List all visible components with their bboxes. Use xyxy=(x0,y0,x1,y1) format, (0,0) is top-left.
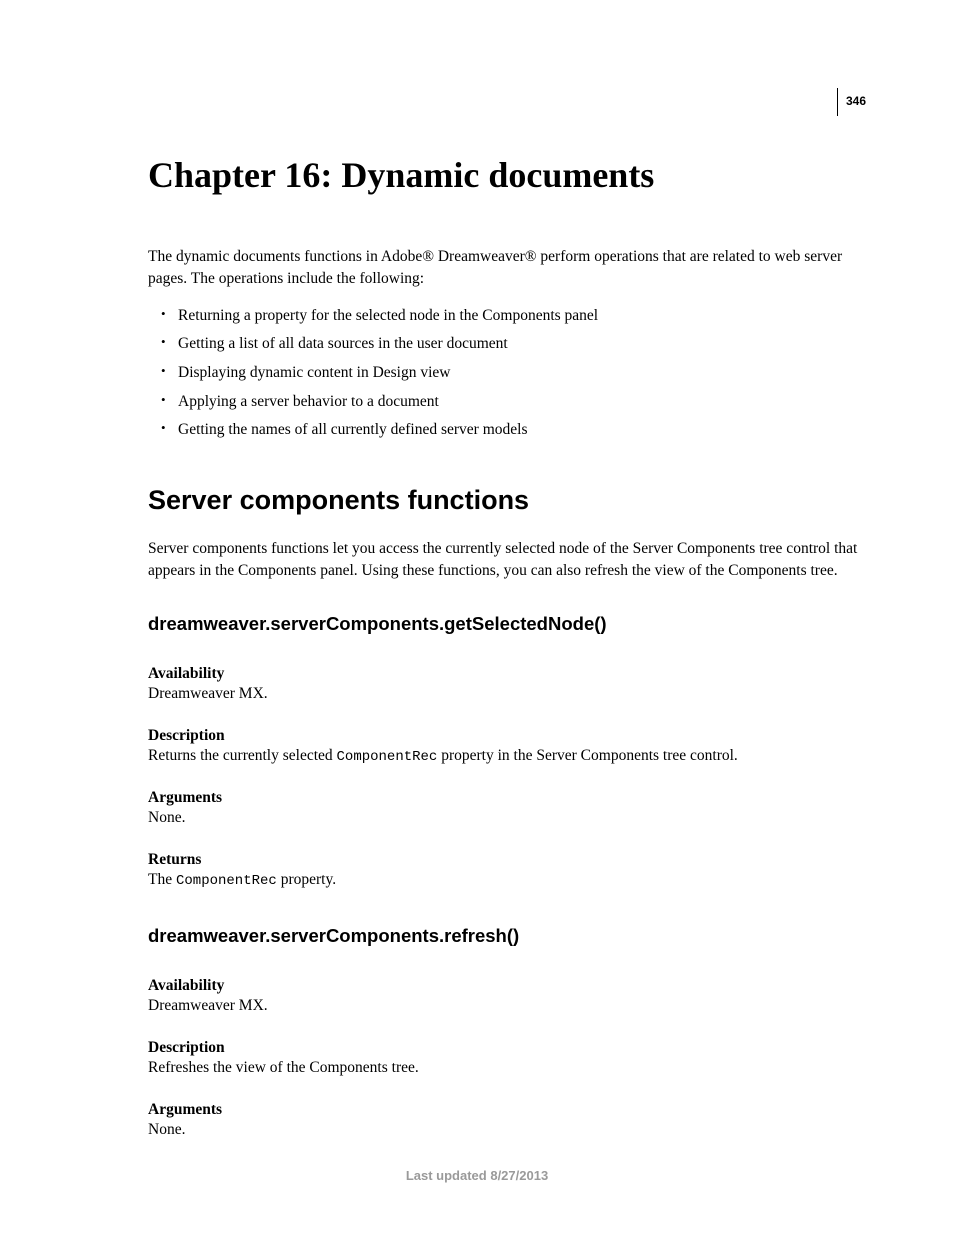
arguments-value: None. xyxy=(148,807,866,829)
returns-value: The ComponentRec property. xyxy=(148,869,866,892)
availability-label: Availability xyxy=(148,977,866,995)
list-item: Displaying dynamic content in Design vie… xyxy=(148,362,866,384)
description-value: Refreshes the view of the Components tre… xyxy=(148,1057,866,1079)
chapter-intro: The dynamic documents functions in Adobe… xyxy=(148,246,866,291)
section-heading: Server components functions xyxy=(148,485,866,516)
chapter-title: Chapter 16: Dynamic documents xyxy=(148,156,866,196)
description-text-post: property in the Server Components tree c… xyxy=(437,747,737,764)
returns-label: Returns xyxy=(148,851,866,869)
intro-bullet-list: Returning a property for the selected no… xyxy=(148,305,866,441)
page-number: 346 xyxy=(846,94,866,108)
document-page: 346 Chapter 16: Dynamic documents The dy… xyxy=(0,0,954,1235)
arguments-label: Arguments xyxy=(148,789,866,807)
list-item: Returning a property for the selected no… xyxy=(148,305,866,327)
description-label: Description xyxy=(148,1039,866,1057)
page-number-block: 346 xyxy=(837,88,866,116)
returns-code: ComponentRec xyxy=(176,873,277,889)
arguments-label: Arguments xyxy=(148,1101,866,1119)
description-label: Description xyxy=(148,727,866,745)
list-item: Getting a list of all data sources in th… xyxy=(148,333,866,355)
availability-value: Dreamweaver MX. xyxy=(148,995,866,1017)
api-heading: dreamweaver.serverComponents.getSelected… xyxy=(148,613,866,635)
page-footer: Last updated 8/27/2013 xyxy=(0,1168,954,1183)
returns-text-pre: The xyxy=(148,871,176,888)
availability-value: Dreamweaver MX. xyxy=(148,683,866,705)
description-text-pre: Returns the currently selected xyxy=(148,747,337,764)
arguments-value: None. xyxy=(148,1119,866,1141)
returns-text-post: property. xyxy=(277,871,336,888)
availability-label: Availability xyxy=(148,665,866,683)
list-item: Applying a server behavior to a document xyxy=(148,391,866,413)
section-intro: Server components functions let you acce… xyxy=(148,538,866,583)
description-code: ComponentRec xyxy=(337,749,438,765)
description-value: Returns the currently selected Component… xyxy=(148,745,866,768)
list-item: Getting the names of all currently defin… xyxy=(148,419,866,441)
api-heading: dreamweaver.serverComponents.refresh() xyxy=(148,925,866,947)
